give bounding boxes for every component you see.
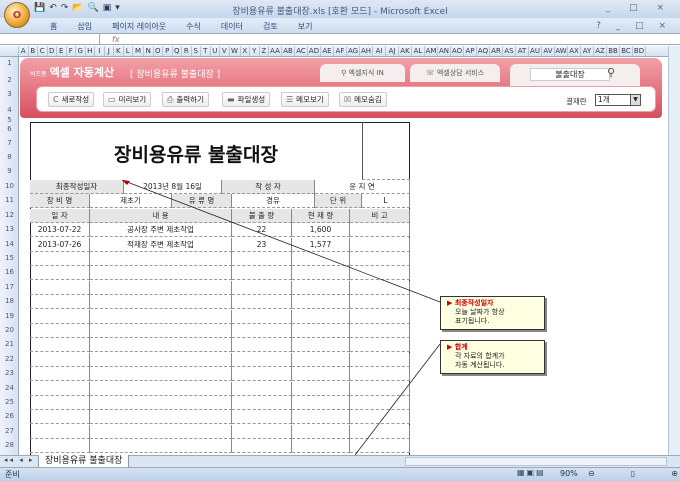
comment-total[interactable]: ▶ 합계 각 자료의 합계가 자동 계산됩니다.	[440, 340, 545, 374]
zoom-slider[interactable]: ⊖ ▯ ⊕	[588, 469, 678, 478]
note-line: 오늘 날짜가 항상	[455, 308, 505, 316]
note-title: ▶ 합계	[447, 343, 468, 351]
note-connectors	[121, 179, 441, 456]
note-line: 각 자료의 합계가	[455, 352, 505, 360]
status-ready: 준비	[5, 470, 20, 479]
horizontal-scrollbar[interactable]	[405, 457, 667, 466]
note-connector	[354, 343, 441, 456]
note-line: 자동 계산됩니다.	[455, 361, 505, 369]
note-title: ▶ 최종작성일자	[447, 299, 494, 307]
status-bar	[0, 467, 680, 481]
note-title-text: 최종작성일자	[454, 299, 494, 307]
arrow-head-icon	[122, 180, 130, 185]
view-buttons[interactable]: ▦▣▤	[517, 468, 546, 477]
comment-last-date[interactable]: ▶ 최종작성일자 오늘 날짜가 항상 표기됩니다.	[440, 296, 545, 330]
note-line: 표기됩니다.	[455, 317, 490, 325]
zoom-level[interactable]: 90%	[560, 469, 578, 478]
office-button[interactable]: O	[4, 2, 30, 28]
note-connector	[121, 179, 441, 303]
zoom-out-icon[interactable]: ⊖	[588, 469, 595, 478]
zoom-in-icon[interactable]: ⊕	[671, 469, 678, 478]
office-logo: O	[12, 9, 22, 21]
note-title-text: 합계	[454, 343, 468, 351]
zoom-thumb[interactable]: ▯	[631, 469, 635, 478]
